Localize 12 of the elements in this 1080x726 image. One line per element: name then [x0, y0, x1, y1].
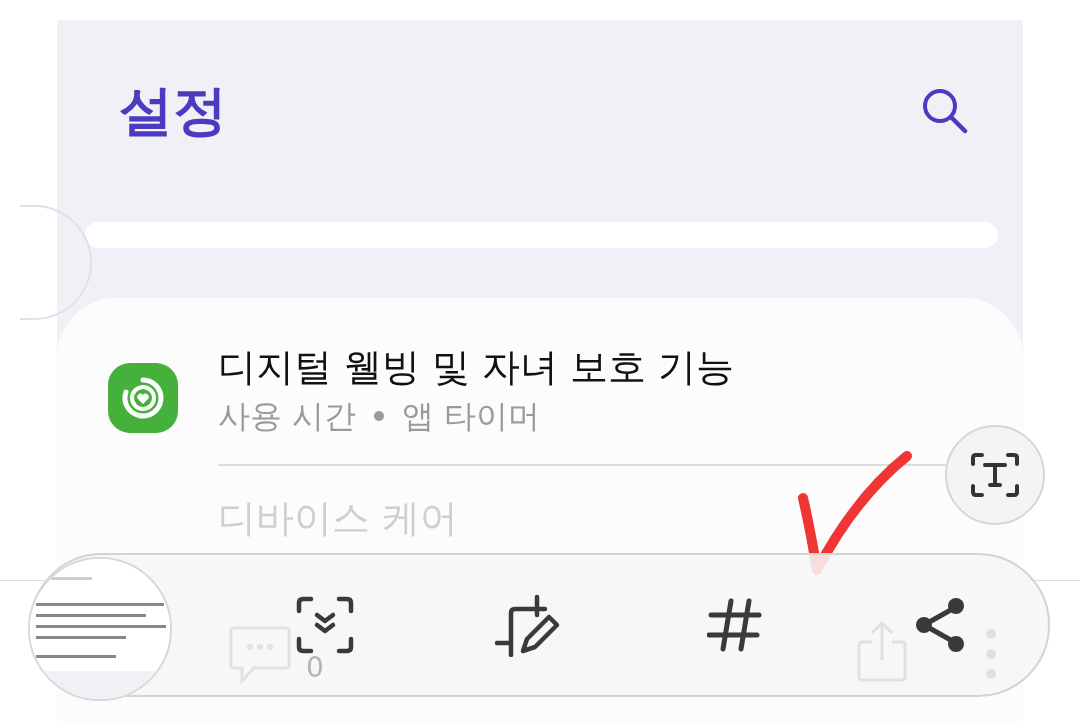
setting-title[interactable]: 디지털 웰빙 및 자녀 보호 기능: [218, 343, 735, 393]
wellbeing-app-icon: [108, 363, 178, 433]
text-scan-icon: [970, 452, 1020, 498]
hashtag-icon: [706, 597, 763, 653]
separator-dot: [374, 411, 385, 422]
scroll-capture-icon: [294, 595, 355, 655]
page-title: 설정: [119, 77, 227, 144]
comment-count: 0: [306, 654, 324, 682]
share-icon: [913, 597, 966, 653]
search-icon[interactable]: [920, 86, 968, 134]
setting-subtitle: 사용 시간: [218, 396, 357, 438]
setting-subtitle: 앱 타이머: [402, 396, 541, 438]
